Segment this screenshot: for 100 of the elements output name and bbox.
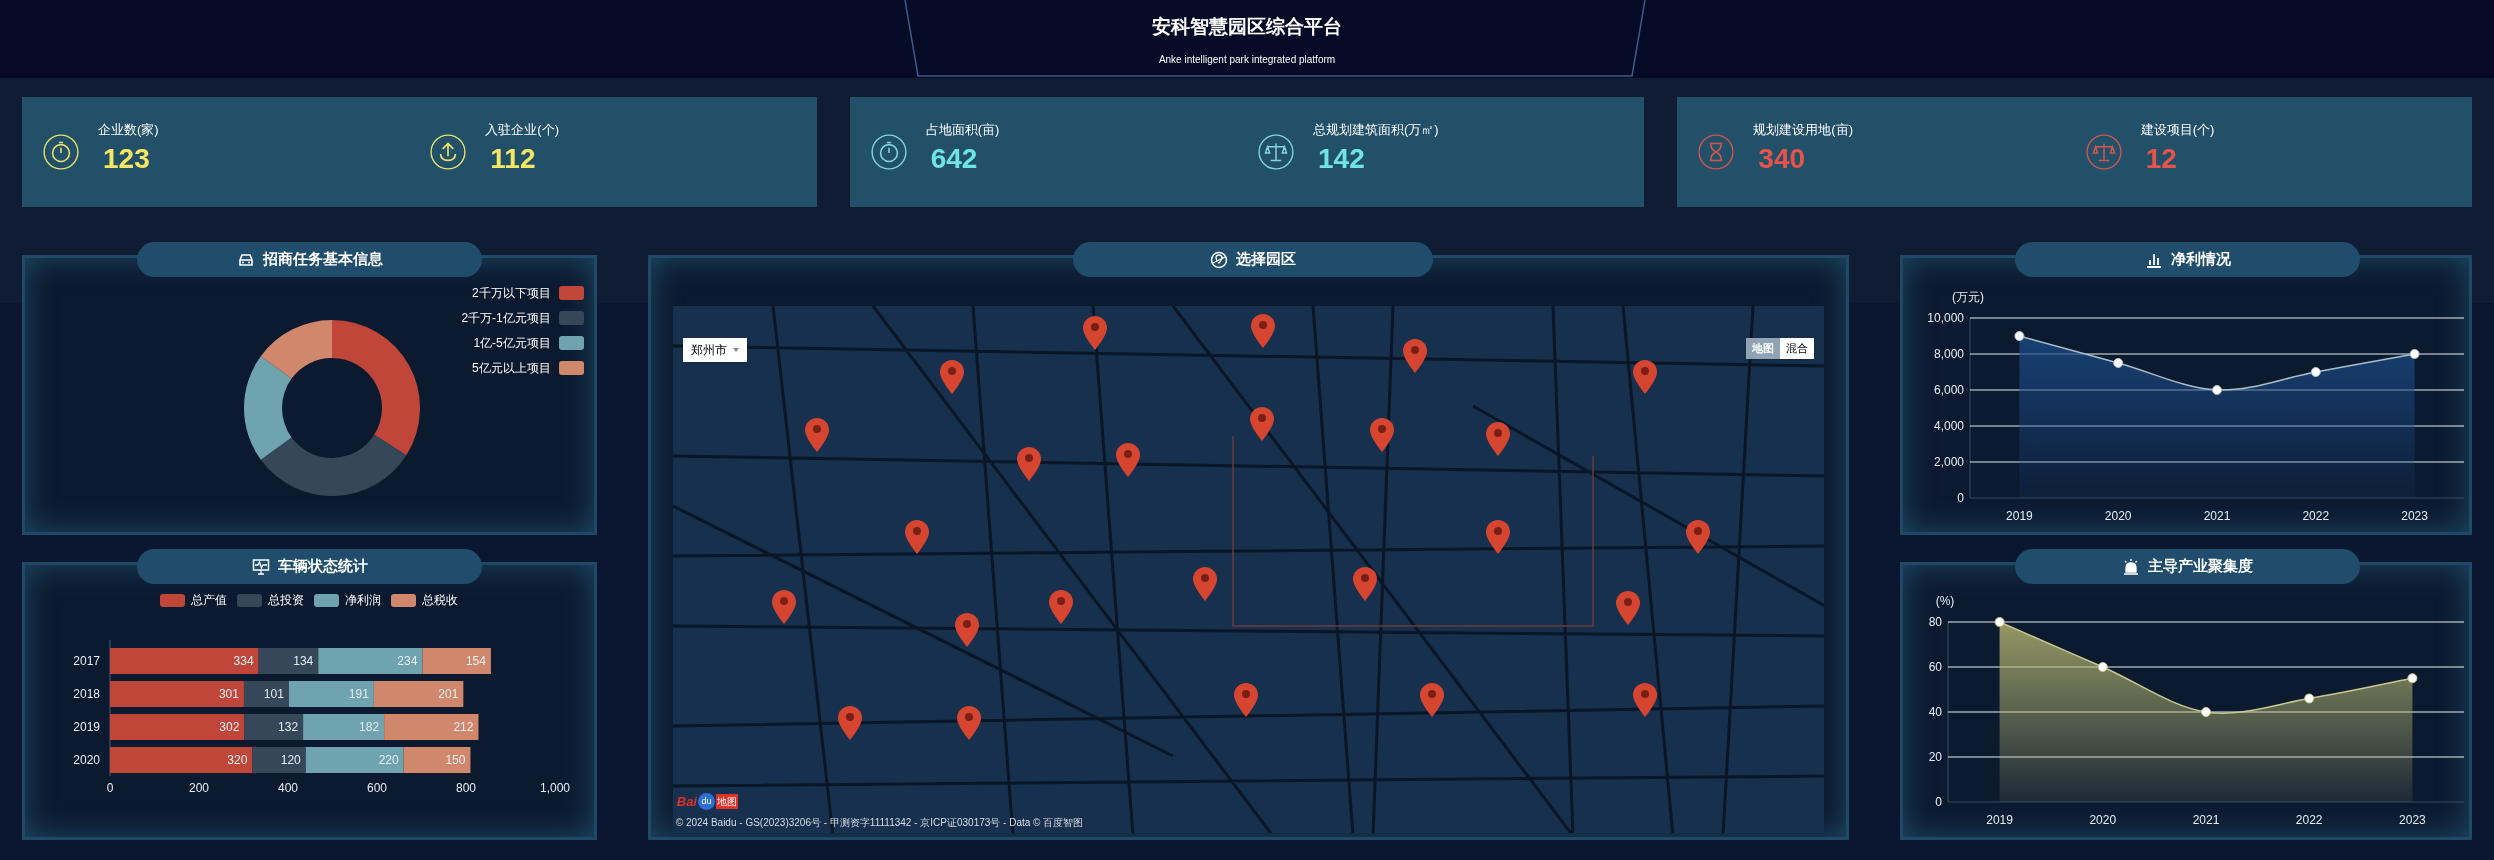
bar-value-label: 212 bbox=[453, 720, 474, 734]
axis-label: 2017 bbox=[73, 654, 100, 668]
axis-label: 400 bbox=[278, 781, 298, 795]
axis-label: 80 bbox=[1928, 615, 1943, 629]
axis-label: 600 bbox=[367, 781, 387, 795]
axis-label: 800 bbox=[456, 781, 476, 795]
map-pin-icon[interactable] bbox=[1484, 421, 1511, 458]
city-dropdown[interactable]: 郑州市 bbox=[682, 338, 747, 362]
axis-label: 2019 bbox=[1986, 813, 2014, 827]
map-pin-icon[interactable] bbox=[1191, 565, 1218, 602]
map-pin-icon[interactable] bbox=[1114, 442, 1141, 479]
map-pin-icon[interactable] bbox=[1401, 337, 1428, 374]
map-pin-icon[interactable] bbox=[1048, 588, 1075, 625]
map-tile[interactable]: 郑州市 地图 混合 Bai du 地图 © 2024 Baidu - GS(2023)3206号 - 甲测资字11111342 - 京ICP证030173号 - Data © 百度智图 bbox=[672, 306, 1825, 833]
map-pin-icon[interactable] bbox=[1248, 405, 1275, 442]
axis-label: 2022 bbox=[2296, 813, 2323, 827]
axis-label: 8,000 bbox=[1934, 347, 1965, 361]
stat-label: 建设项目(个) bbox=[2140, 121, 2215, 140]
map-pin-icon[interactable] bbox=[1631, 681, 1658, 718]
axis-label: 6,000 bbox=[1934, 383, 1965, 397]
stat-value: 112 bbox=[490, 141, 537, 176]
map-type-tab[interactable]: 混合 bbox=[1780, 338, 1815, 359]
axis-label: 60 bbox=[1928, 660, 1943, 674]
bar-value-label: 132 bbox=[278, 720, 299, 734]
axis-label: 2021 bbox=[2192, 813, 2220, 827]
map-pin-icon[interactable] bbox=[1631, 358, 1658, 395]
map-pin-icon[interactable] bbox=[836, 704, 863, 741]
monitor-pulse-icon bbox=[251, 557, 270, 576]
axis-unit-label: (万元) bbox=[1952, 290, 1985, 304]
stat-value: 142 bbox=[1318, 141, 1366, 176]
axis-label: 2021 bbox=[2203, 509, 2231, 523]
data-point bbox=[2201, 707, 2212, 717]
legend-label: 总产值 bbox=[191, 592, 228, 609]
bar-value-label: 101 bbox=[263, 687, 284, 701]
stat-value: 642 bbox=[930, 141, 979, 176]
legend-label: 净利润 bbox=[345, 592, 382, 609]
stat-value: 123 bbox=[103, 141, 151, 176]
bar-value-label: 154 bbox=[465, 654, 486, 668]
legend-label: 5亿元以上项目 bbox=[472, 360, 551, 377]
map-pin-icon[interactable] bbox=[938, 359, 965, 396]
map-pin-icon[interactable] bbox=[1368, 416, 1395, 453]
bar-value-label: 234 bbox=[397, 654, 418, 668]
map-pin-icon[interactable] bbox=[1081, 314, 1108, 351]
caret-icon bbox=[732, 348, 739, 352]
map-pin-icon[interactable] bbox=[770, 588, 797, 625]
map-pin-icon[interactable] bbox=[1351, 565, 1378, 602]
panel-title-text: 选择园区 bbox=[1235, 249, 1296, 270]
bar-value-label: 134 bbox=[293, 654, 314, 668]
map-pin-icon[interactable] bbox=[1685, 519, 1712, 556]
panel-title-text: 车辆状态统计 bbox=[277, 556, 368, 577]
map-pin-icon[interactable] bbox=[954, 612, 981, 649]
map-pin-icon[interactable] bbox=[904, 519, 931, 556]
bar-value-label: 120 bbox=[280, 753, 301, 767]
bar-value-label: 220 bbox=[378, 753, 399, 767]
panel-title-text: 招商任务基本信息 bbox=[262, 249, 383, 270]
data-point bbox=[2014, 331, 2025, 341]
map-pin-icon[interactable] bbox=[1015, 445, 1042, 482]
axis-label: 2019 bbox=[73, 720, 100, 734]
data-point bbox=[2407, 673, 2418, 684]
axis-label: 0 bbox=[106, 781, 114, 795]
map-pin-icon[interactable] bbox=[1233, 681, 1259, 718]
map-copyright: © 2024 Baidu - GS(2023)3206号 - 甲测资字11111342 - 京ICP证030173号 - Data © 百度智图 bbox=[675, 816, 1084, 830]
legend-label: 总税收 bbox=[422, 592, 459, 609]
data-point bbox=[2304, 693, 2315, 704]
map-pin-icon[interactable] bbox=[1615, 590, 1642, 627]
data-point bbox=[1994, 617, 2005, 627]
page-subtitle: Anke intelligent park integrated platform bbox=[1158, 52, 1336, 67]
legend-label: 2千万-1亿元项目 bbox=[461, 310, 551, 327]
axis-label: 20 bbox=[1928, 750, 1943, 764]
data-point bbox=[2098, 662, 2109, 672]
stat-label: 总规划建筑面积(万㎡) bbox=[1313, 121, 1439, 140]
panel-title-text: 净利情况 bbox=[2170, 249, 2231, 270]
bar-value-label: 150 bbox=[445, 753, 466, 767]
map-pin-icon[interactable] bbox=[1419, 681, 1446, 718]
stat-label: 占地面积(亩) bbox=[925, 121, 1000, 140]
axis-label: 2018 bbox=[73, 687, 100, 701]
globe-pin-icon bbox=[1209, 250, 1228, 269]
axis-unit-label: (%) bbox=[1935, 594, 1955, 608]
map-pin-icon[interactable] bbox=[955, 704, 982, 741]
axis-label: 4,000 bbox=[1934, 419, 1965, 433]
stat-label: 规划建设用地(亩) bbox=[1753, 121, 1853, 140]
map-pin-icon[interactable] bbox=[1250, 312, 1277, 349]
axis-label: 2023 bbox=[2401, 509, 2429, 523]
legend-label: 2千万以下项目 bbox=[472, 285, 551, 302]
stat-label: 入驻企业(个) bbox=[485, 121, 559, 140]
panel-title-text: 主导产业聚集度 bbox=[2148, 556, 2254, 577]
axis-label: 2020 bbox=[2089, 813, 2117, 827]
axis-label: 2022 bbox=[2302, 509, 2330, 523]
logo-badge: 地图 bbox=[716, 793, 738, 809]
map-pin-icon[interactable] bbox=[1484, 519, 1511, 556]
bar-value-label: 320 bbox=[227, 753, 248, 767]
legend-label: 总投资 bbox=[268, 592, 305, 609]
legend-label: 1亿-5亿元项目 bbox=[473, 335, 551, 352]
data-point bbox=[2212, 385, 2223, 395]
map-pin-icon[interactable] bbox=[804, 416, 831, 453]
hourglass-icon bbox=[1697, 133, 1736, 171]
axis-label: 10,000 bbox=[1927, 311, 1965, 325]
axis-label: 2020 bbox=[2105, 509, 2132, 523]
axis-label: 2023 bbox=[2399, 813, 2426, 827]
siren-icon bbox=[2122, 557, 2141, 576]
